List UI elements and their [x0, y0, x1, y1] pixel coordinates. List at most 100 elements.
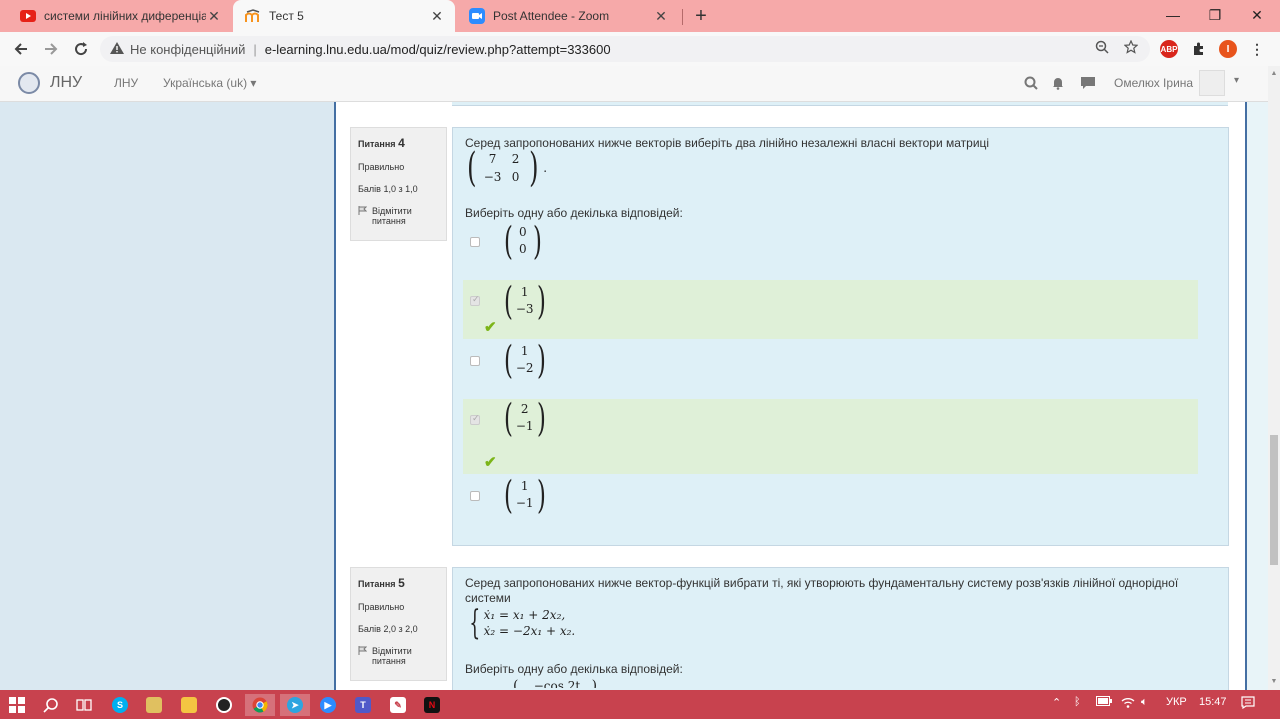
- profile-avatar-icon[interactable]: I: [1219, 40, 1237, 58]
- forward-button[interactable]: [40, 38, 62, 60]
- flag-question-link[interactable]: Відмітити питання: [358, 646, 439, 666]
- answer-checkbox[interactable]: [470, 294, 480, 306]
- nav-link-home[interactable]: ЛНУ: [114, 76, 138, 90]
- answer-checkbox[interactable]: [470, 237, 480, 247]
- tab-zoom[interactable]: Post Attendee - Zoom ✕: [457, 0, 679, 32]
- pdf-app-icon[interactable]: ✎: [387, 694, 409, 716]
- tray-chevron-icon[interactable]: ⌃: [1052, 696, 1061, 709]
- search-icon[interactable]: [40, 694, 62, 716]
- tab-test-5[interactable]: Тест 5 ✕: [233, 0, 455, 32]
- menu-kebab-icon[interactable]: ⋮: [1248, 40, 1266, 58]
- telegram-icon[interactable]: ➤: [280, 694, 310, 716]
- battery-icon[interactable]: [1096, 696, 1112, 709]
- reload-icon: [75, 42, 88, 56]
- scrollbar-thumb[interactable]: [1270, 435, 1278, 565]
- action-center-icon[interactable]: [1241, 696, 1255, 712]
- answer-checkbox[interactable]: [470, 491, 480, 501]
- task-view-icon[interactable]: [73, 694, 95, 716]
- correct-check-icon: ✔: [484, 319, 497, 336]
- question-grade: Балів 2,0 з 2,0: [358, 624, 418, 634]
- matrix-display: ( 7 2 −3 0 ) .: [467, 145, 548, 191]
- close-tab-icon[interactable]: ✕: [429, 8, 445, 25]
- paint-icon[interactable]: [143, 694, 165, 716]
- moodle-icon: [245, 8, 261, 24]
- scroll-up-arrow-icon[interactable]: ▲: [1270, 70, 1278, 78]
- url-text[interactable]: e-learning.lnu.edu.ua/mod/quiz/review.ph…: [265, 42, 611, 57]
- answer-vector: ( 1 −2 ): [503, 338, 546, 382]
- answer-vector: ( 1 −3 ): [503, 279, 546, 323]
- zoom-icon: [469, 8, 485, 24]
- zoom-app-icon[interactable]: ▶: [317, 694, 339, 716]
- flag-icon: [358, 206, 368, 226]
- windows-taskbar: S ➤ ▶ T ✎ N ⌃ ᛒ 🔈︎ УКР 15:47: [0, 690, 1280, 719]
- forward-arrow-icon: [45, 43, 58, 55]
- security-label[interactable]: Не конфіденційний: [130, 42, 245, 57]
- user-avatar[interactable]: [1199, 70, 1225, 96]
- answer-option-2[interactable]: ( 1−3 ) ✔: [463, 280, 1198, 339]
- equation-1: ẋ₁ = x₁ + 2x₂,: [483, 608, 566, 622]
- language-menu[interactable]: Українська (uk) ▾: [163, 76, 256, 90]
- close-tab-icon[interactable]: ✕: [206, 8, 222, 25]
- back-arrow-icon: [14, 43, 27, 55]
- extensions-puzzle-icon[interactable]: [1190, 40, 1208, 58]
- bookmark-star-icon[interactable]: [1123, 39, 1139, 57]
- chrome-icon[interactable]: [245, 694, 275, 716]
- close-tab-icon[interactable]: ✕: [653, 8, 669, 25]
- question-number: Питання 4: [358, 136, 405, 150]
- answer-option-4[interactable]: ( 2−1 ) ✔: [463, 399, 1198, 474]
- media-player-icon[interactable]: [213, 694, 235, 716]
- file-explorer-icon[interactable]: [178, 694, 200, 716]
- clock-time[interactable]: 15:47: [1199, 696, 1227, 708]
- close-window-button[interactable]: ✕: [1234, 0, 1280, 30]
- wifi-icon[interactable]: [1121, 696, 1135, 711]
- zoom-magnifier-icon[interactable]: [1095, 40, 1109, 57]
- search-icon[interactable]: [1024, 76, 1038, 93]
- flag-icon: [358, 646, 368, 666]
- matrix-cells: 7 2 −3 0: [480, 150, 526, 186]
- tab-divider: [682, 9, 683, 25]
- messages-chat-icon[interactable]: [1080, 76, 1096, 93]
- university-logo-icon: [18, 72, 40, 94]
- answer-option-1[interactable]: ( 00 ): [463, 220, 1198, 264]
- answer-option-5[interactable]: ( 1 −1 ): [463, 476, 1198, 520]
- correct-check-icon: ✔: [484, 454, 497, 471]
- restore-button[interactable]: ❐: [1192, 0, 1238, 30]
- matrix-cell: −3: [483, 170, 502, 184]
- page-scrollbar[interactable]: ▲ ▼: [1268, 66, 1280, 690]
- back-button[interactable]: [10, 38, 32, 60]
- equation-2: ẋ₂ = −2x₁ + x₂.: [483, 624, 576, 638]
- input-language[interactable]: УКР: [1166, 696, 1187, 708]
- new-tab-button[interactable]: +: [690, 5, 712, 27]
- answer-checkbox[interactable]: [470, 413, 480, 425]
- partial-answer-vector: ( −cos 2t ): [513, 678, 598, 688]
- tab-youtube[interactable]: системи лінійних диференціаль ✕: [8, 0, 232, 32]
- warning-icon[interactable]: [110, 41, 124, 57]
- answer-vector: ( 00 ): [503, 219, 542, 263]
- address-bar[interactable]: Не конфіденційний | e-learning.lnu.edu.u…: [100, 36, 1150, 62]
- matrix-cell: 0: [511, 170, 520, 184]
- answer-vector: ( 1 −1 ): [503, 473, 546, 517]
- tab-title: Тест 5: [269, 9, 304, 23]
- windows-start-icon[interactable]: [6, 694, 28, 716]
- skype-icon[interactable]: S: [109, 694, 131, 716]
- flag-question-link[interactable]: Відмітити питання: [358, 206, 439, 226]
- scroll-down-arrow-icon[interactable]: ▼: [1270, 678, 1278, 686]
- bluetooth-icon[interactable]: ᛒ: [1074, 696, 1081, 708]
- question-text: Серед запропонованих нижче векторів вибе…: [465, 136, 990, 150]
- tab-title: Post Attendee - Zoom: [493, 9, 610, 23]
- answer-checkbox[interactable]: [470, 356, 480, 366]
- notifications-bell-icon[interactable]: [1051, 76, 1065, 93]
- user-name[interactable]: Омелюх Ірина: [1114, 76, 1193, 90]
- netflix-icon[interactable]: N: [421, 694, 443, 716]
- reload-button[interactable]: [70, 38, 92, 60]
- site-brand[interactable]: ЛНУ: [18, 72, 82, 94]
- volume-icon[interactable]: 🔈︎: [1141, 696, 1148, 709]
- minimize-button[interactable]: —: [1150, 0, 1196, 30]
- teams-icon[interactable]: T: [352, 694, 374, 716]
- user-menu-caret-icon[interactable]: ▾: [1234, 75, 1239, 86]
- matrix-cell: 2: [511, 152, 520, 166]
- browser-toolbar: Не конфіденційний | e-learning.lnu.edu.u…: [0, 32, 1280, 66]
- adblock-icon[interactable]: ABP: [1160, 40, 1178, 58]
- left-block-region: [0, 102, 334, 690]
- answer-option-3[interactable]: ( 1 −2 ): [463, 339, 1198, 383]
